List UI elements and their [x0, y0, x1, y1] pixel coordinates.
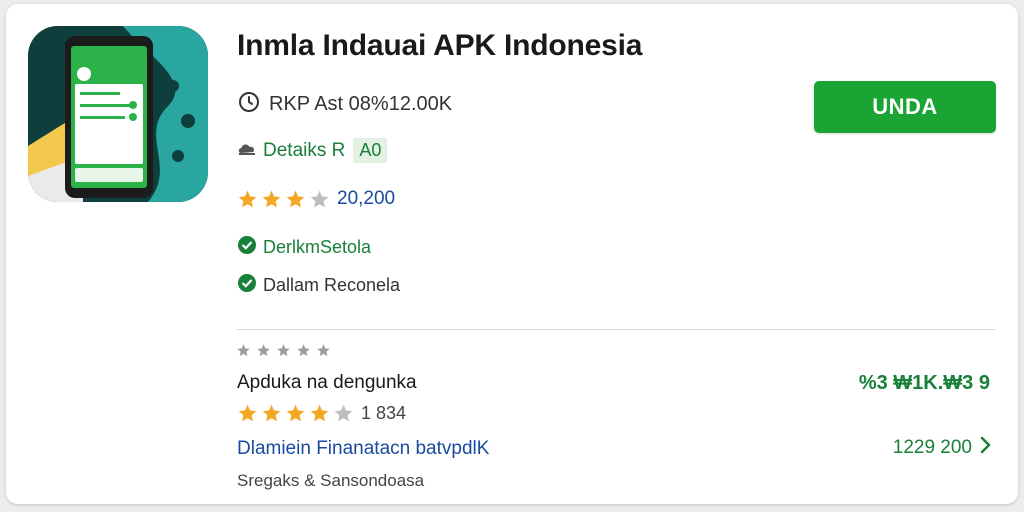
- footer-text: Sregaks & Sansondoasa: [237, 471, 425, 490]
- size-row: RKP Ast 08%12.00K: [237, 90, 452, 119]
- star-filled-icon: [261, 403, 282, 424]
- check-circle-icon: [237, 273, 257, 298]
- section-link[interactable]: Dlamiein Finanatacn batvpdlK: [237, 438, 489, 460]
- star-empty-icon: [236, 343, 251, 358]
- star-filled-icon: [285, 403, 306, 424]
- details-badge: A0: [353, 138, 388, 163]
- star-filled-icon: [261, 189, 282, 210]
- app-card: Inmla Indauai APK Indonesia RKP Ast 08%1…: [6, 4, 1018, 504]
- app-icon-artwork: [28, 26, 208, 202]
- app-size-text: RKP Ast 08%12.00K: [269, 93, 453, 115]
- star-filled-icon: [237, 189, 258, 210]
- section-rating-row: 1 834: [237, 403, 406, 424]
- star-filled-icon: [309, 403, 330, 424]
- star-empty-icon: [256, 343, 271, 358]
- star-empty-icon: [309, 189, 330, 210]
- feature-text-1: DerlkmSetola: [263, 237, 372, 257]
- app-icon[interactable]: [28, 26, 208, 202]
- chevron-right-icon: [980, 436, 992, 459]
- section-title: Apduka na dengunka: [237, 372, 417, 393]
- feature-text-2: Dallam Reconela: [263, 275, 401, 295]
- feature-row-1: DerlkmSetola: [237, 235, 371, 260]
- rating-count: 20,200: [337, 188, 396, 209]
- check-circle-icon: [237, 235, 257, 260]
- details-row[interactable]: Detaiks R A0: [237, 138, 388, 163]
- star-filled-icon: [285, 189, 306, 210]
- section-link-number: 1229 200: [892, 436, 972, 458]
- star-filled-icon: [237, 403, 258, 424]
- details-link[interactable]: Detaiks R: [263, 140, 345, 162]
- star-empty-icon: [316, 343, 331, 358]
- section-value: %3 ₩1K.₩3 9: [858, 372, 990, 394]
- cloud-icon: [237, 139, 257, 162]
- star-empty-icon: [333, 403, 354, 424]
- install-button[interactable]: UNDA: [814, 81, 996, 133]
- section-divider: [236, 329, 996, 330]
- rating-row: 20,200: [237, 188, 395, 210]
- feature-row-2: Dallam Reconela: [237, 273, 400, 298]
- download-clock-icon: [237, 90, 261, 119]
- section-star-row: [236, 343, 331, 358]
- section-link-value[interactable]: 1229 200: [893, 436, 992, 459]
- section-rating-count: 1 834: [361, 403, 407, 423]
- star-empty-icon: [276, 343, 291, 358]
- star-empty-icon: [296, 343, 311, 358]
- app-title: Inmla Indauai APK Indonesia: [237, 29, 643, 62]
